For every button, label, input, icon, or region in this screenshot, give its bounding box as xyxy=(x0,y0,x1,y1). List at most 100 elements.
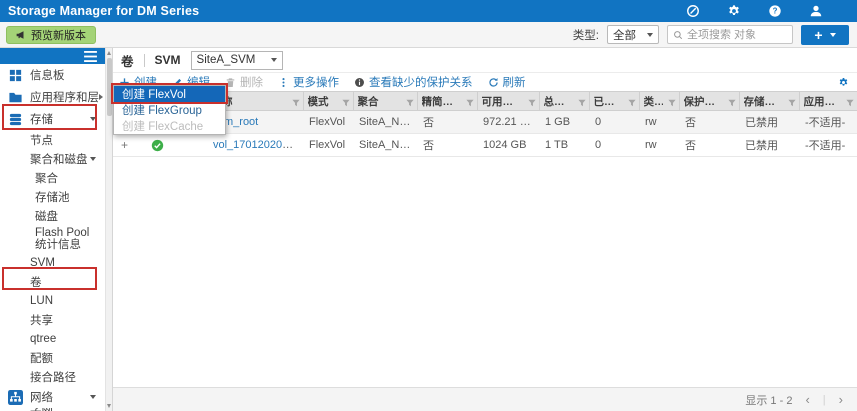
help-icon[interactable]: ? xyxy=(768,4,782,18)
menu-item-create-flexcache[interactable]: 创建 FlexCache xyxy=(114,118,225,134)
pagination-label: 显示 1 - 2 xyxy=(745,392,792,408)
view-missing-protection-button[interactable]: 查看缺少的保护关系 xyxy=(354,74,473,90)
chevron-down-icon xyxy=(90,117,96,121)
col-available-space[interactable]: 可用空间 xyxy=(477,92,539,111)
volume-name-link[interactable]: vol_17012020_1... xyxy=(213,139,303,151)
col-type[interactable]: 类型 xyxy=(639,92,679,111)
svm-select[interactable]: SiteA_SVM xyxy=(191,51,283,70)
folder-icon xyxy=(7,89,23,105)
filter-funnel-icon[interactable] xyxy=(466,98,474,106)
divider xyxy=(144,54,145,67)
settings-icon[interactable] xyxy=(727,4,741,18)
chevron-down-icon xyxy=(830,33,836,37)
type-filter-label: 类型: xyxy=(573,27,599,43)
scroll-up-icon[interactable] xyxy=(107,51,111,55)
filter-funnel-icon[interactable] xyxy=(292,98,300,106)
sidebar-item-storage[interactable]: 存储 xyxy=(0,108,105,130)
filter-funnel-icon[interactable] xyxy=(578,98,586,106)
sidebar-scrollbar[interactable] xyxy=(105,48,112,411)
more-actions-button[interactable]: 更多操作 xyxy=(278,74,339,90)
filter-funnel-icon[interactable] xyxy=(628,98,636,106)
sidebar-item-qtree[interactable]: qtree xyxy=(0,329,105,348)
table-settings-gear-icon[interactable] xyxy=(838,77,849,88)
search-input[interactable] xyxy=(687,29,787,41)
more-vertical-icon xyxy=(278,77,289,88)
type-filter-select[interactable]: 全部 xyxy=(607,25,659,44)
filter-funnel-icon[interactable] xyxy=(528,98,536,106)
chevron-right-icon xyxy=(99,94,103,100)
sidebar-item-storage-pools[interactable]: 存储池 xyxy=(0,187,105,206)
chevron-down-icon xyxy=(90,395,96,399)
filter-funnel-icon[interactable] xyxy=(342,98,350,106)
sub-bar: 预览新版本 类型: 全部 + xyxy=(0,22,857,48)
menu-item-create-flexgroup[interactable]: 创建 FlexGroup xyxy=(114,102,225,118)
megaphone-icon xyxy=(16,30,26,40)
sidebar-item-aggregates[interactable]: 聚合 xyxy=(0,168,105,187)
storage-disks-icon xyxy=(7,111,23,127)
filter-funnel-icon[interactable] xyxy=(728,98,736,106)
create-dropdown-menu: 创建 FlexVol 创建 FlexGroup 创建 FlexCache xyxy=(113,85,226,135)
network-icon xyxy=(7,389,23,405)
page-prev-button[interactable]: ‹ xyxy=(805,393,809,406)
filter-funnel-icon[interactable] xyxy=(846,98,854,106)
scroll-down-icon[interactable] xyxy=(107,404,111,408)
col-application[interactable]: 应用程序 xyxy=(799,92,857,111)
col-efficiency[interactable]: 存储效率 xyxy=(739,92,799,111)
sidebar-item-aggregates-disks[interactable]: 聚合和磁盘 xyxy=(0,149,105,168)
svg-text:?: ? xyxy=(773,7,778,16)
sidebar-item-nodes[interactable]: 节点 xyxy=(0,130,105,149)
col-style[interactable]: 模式 xyxy=(303,92,353,111)
refresh-button[interactable]: 刷新 xyxy=(488,74,526,90)
sidebar-item-quotas[interactable]: 配额 xyxy=(0,348,105,367)
sidebar-item-dashboard[interactable]: 信息板 xyxy=(0,64,105,86)
chevron-down-icon xyxy=(647,33,653,37)
chevron-down-icon xyxy=(271,58,277,62)
filter-funnel-icon[interactable] xyxy=(406,98,414,106)
sidebar-item-svm[interactable]: SVM xyxy=(0,253,105,272)
topbar-icons: ? xyxy=(686,4,849,18)
chevron-down-icon xyxy=(90,157,96,161)
col-protection[interactable]: 保护关系 xyxy=(679,92,739,111)
dashboard-icon xyxy=(7,67,23,83)
search-icon xyxy=(673,30,683,40)
refresh-icon xyxy=(488,77,499,88)
col-thin-provisioned[interactable]: 精简配置 xyxy=(417,92,477,111)
sidebar-item-lun[interactable]: LUN xyxy=(0,291,105,310)
page-next-button[interactable]: › xyxy=(839,393,843,406)
sidebar-item-junction-paths[interactable]: 接合路径 xyxy=(0,367,105,386)
page-header: 卷 SVM SiteA_SVM xyxy=(113,48,857,73)
info-circle-icon xyxy=(354,77,365,88)
table-row: + vol_17012020_1... FlexVol SiteA_Node..… xyxy=(113,134,857,157)
sidebar-item-shares[interactable]: 共享 xyxy=(0,310,105,329)
sidebar-item-network[interactable]: 网络 xyxy=(0,386,105,408)
trash-icon xyxy=(225,77,236,88)
pagination-divider: | xyxy=(823,394,826,406)
preview-new-version-button[interactable]: 预览新版本 xyxy=(6,26,96,44)
svm-label: SVM xyxy=(155,53,181,67)
page-title: 卷 xyxy=(121,51,134,70)
sidebar-item-flashpool-statistics[interactable]: Flash Pool 统计信息 xyxy=(0,225,105,253)
filter-funnel-icon[interactable] xyxy=(668,98,676,106)
sidebar-item-disks[interactable]: 磁盘 xyxy=(0,206,105,225)
menu-item-create-flexvol[interactable]: 创建 FlexVol xyxy=(114,86,225,102)
sidebar-nav: 信息板 应用程序和层 存储 节点 聚合和磁盘 聚合 存储 xyxy=(0,48,112,411)
add-button[interactable]: + xyxy=(801,25,849,45)
sidebar-collapse-button[interactable] xyxy=(0,48,105,64)
pagination-bar: 显示 1 - 2 ‹ | › xyxy=(113,387,857,411)
sidebar-item-volumes[interactable]: 卷 xyxy=(0,272,105,291)
storage-manager-window: Storage Manager for DM Series ? 预览新版本 类型… xyxy=(0,0,857,411)
activity-icon[interactable] xyxy=(686,4,700,18)
hamburger-icon xyxy=(84,51,97,62)
col-used-pct[interactable]: 已用 % xyxy=(589,92,639,111)
global-search xyxy=(667,25,793,44)
sidebar-item-applications-tiers[interactable]: 应用程序和层 xyxy=(0,86,105,108)
row-expander[interactable]: + xyxy=(113,134,137,157)
col-total-space[interactable]: 总空间 xyxy=(539,92,589,111)
filter-funnel-icon[interactable] xyxy=(788,98,796,106)
status-ok-icon xyxy=(151,139,164,152)
top-bar: Storage Manager for DM Series ? xyxy=(0,0,857,22)
user-icon[interactable] xyxy=(809,4,823,18)
app-title: Storage Manager for DM Series xyxy=(8,4,199,18)
col-aggregate[interactable]: 聚合 xyxy=(353,92,417,111)
delete-button[interactable]: 删除 xyxy=(225,74,263,90)
